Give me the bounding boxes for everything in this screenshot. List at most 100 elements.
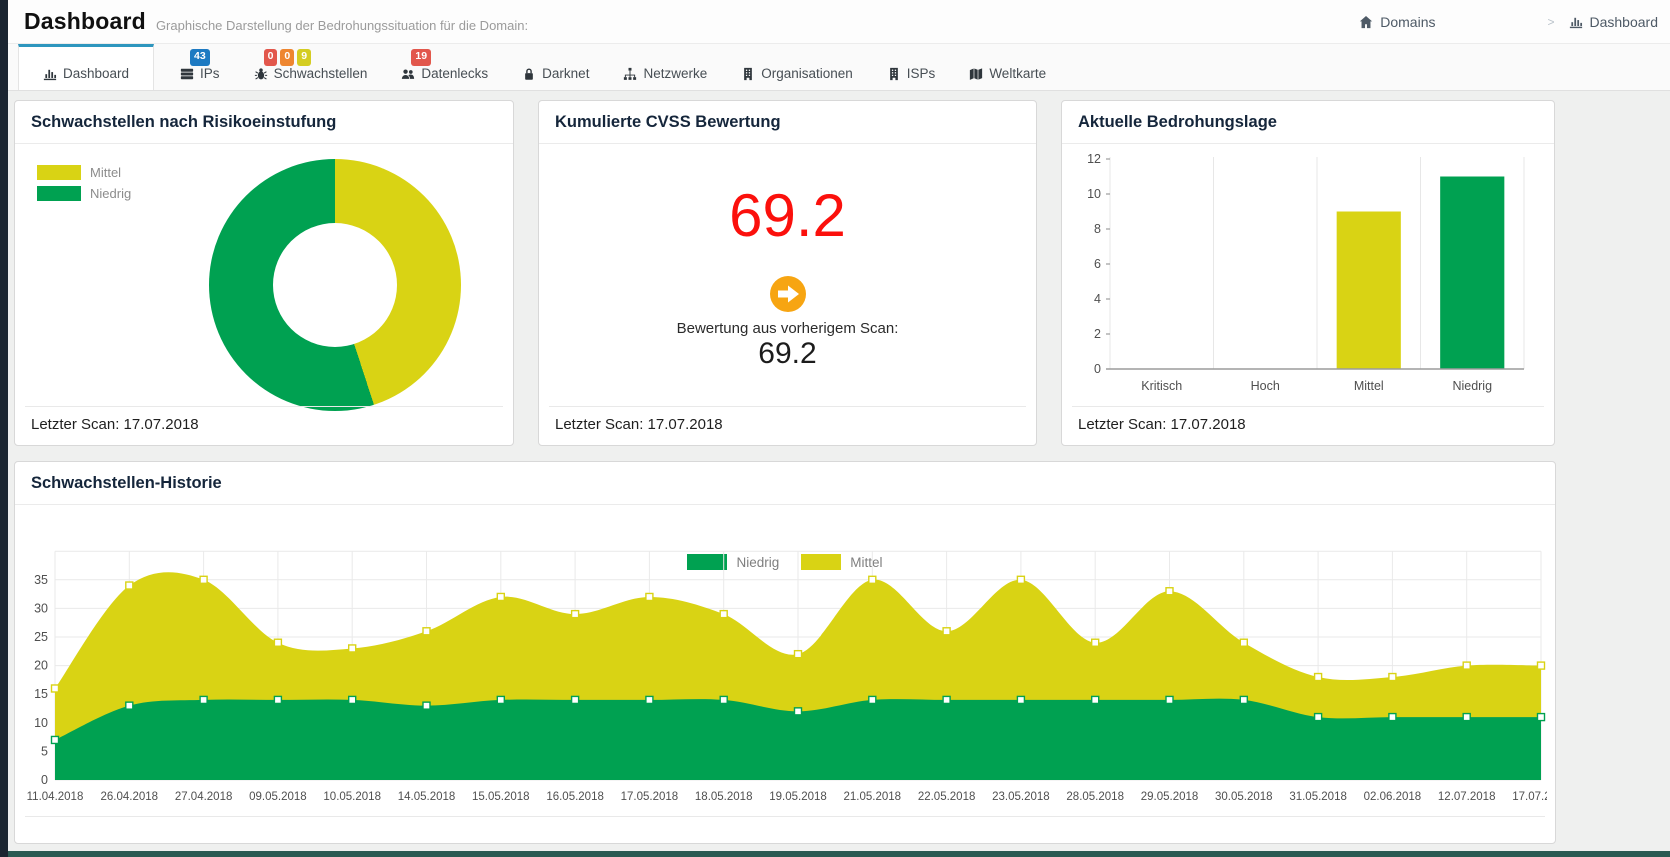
breadcrumb-domains[interactable]: Domains — [1359, 14, 1435, 30]
sitemap-icon — [623, 67, 637, 81]
svg-text:0: 0 — [41, 773, 48, 787]
tab-label: Schwachstellen — [274, 66, 368, 81]
breadcrumb-domains-label: Domains — [1380, 14, 1435, 30]
card-risk-title: Schwachstellen nach Risikoeinstufung — [15, 101, 513, 144]
tab-weltkarte[interactable]: Weltkarte — [959, 44, 1056, 90]
svg-text:12: 12 — [1087, 152, 1101, 166]
svg-text:20: 20 — [34, 659, 48, 673]
svg-text:12.07.2018: 12.07.2018 — [1438, 791, 1496, 803]
tab-label: Dashboard — [63, 66, 129, 81]
tab-label: Datenlecks — [421, 66, 488, 81]
svg-text:23.05.2018: 23.05.2018 — [992, 791, 1050, 803]
users-icon — [401, 67, 415, 81]
page-subtitle: Graphische Darstellung der Bedrohungssit… — [156, 18, 528, 33]
next-section-edge — [8, 851, 1670, 857]
tab-ips[interactable]: 43IPs — [170, 44, 230, 90]
cvss-score: 69.2 — [729, 186, 846, 246]
count-badge: 0 — [264, 49, 278, 66]
risk-donut-legend: Mittel Niedrig — [37, 165, 131, 207]
svg-text:09.05.2018: 09.05.2018 — [249, 791, 307, 803]
tab-badges: 009 — [254, 49, 368, 66]
svg-text:Kritisch: Kritisch — [1141, 379, 1182, 393]
building-icon — [887, 67, 901, 81]
svg-text:26.04.2018: 26.04.2018 — [101, 791, 159, 803]
svg-text:10: 10 — [34, 716, 48, 730]
breadcrumb-dashboard[interactable]: Dashboard — [1569, 14, 1659, 30]
tab-label: Netzwerke — [643, 66, 707, 81]
previous-scan-score: 69.2 — [758, 337, 816, 370]
legend-swatch — [37, 165, 81, 180]
lock-icon — [522, 67, 536, 81]
tab-netzwerke[interactable]: Netzwerke — [613, 44, 717, 90]
card-threat-title: Aktuelle Bedrohungslage — [1062, 101, 1554, 144]
svg-text:14.05.2018: 14.05.2018 — [398, 791, 456, 803]
tab-label: Weltkarte — [989, 66, 1046, 81]
tab-badges: 19 — [401, 49, 488, 66]
svg-text:10: 10 — [1087, 187, 1101, 201]
tab-badges — [43, 49, 129, 66]
risk-donut-chart[interactable] — [209, 159, 461, 411]
svg-text:17.07.2018: 17.07.2018 — [1512, 791, 1547, 803]
arrow-right-circle-icon — [770, 276, 806, 312]
threat-bar-chart[interactable]: 024681012KritischHochMittelNiedrig — [1072, 145, 1542, 397]
svg-text:8: 8 — [1094, 222, 1101, 236]
tab-badges — [887, 49, 936, 66]
legend-label: Mittel — [90, 165, 121, 180]
legend-item-niedrig[interactable]: Niedrig — [37, 186, 131, 201]
count-badge: 0 — [280, 49, 294, 66]
tab-label: Organisationen — [761, 66, 853, 81]
previous-scan-label: Bewertung aus vorherigem Scan: — [677, 320, 899, 337]
tab-badges — [522, 49, 589, 66]
breadcrumb: Domains > Dashboard — [1359, 0, 1658, 43]
svg-text:Hoch: Hoch — [1251, 379, 1280, 393]
tab-organisationen[interactable]: Organisationen — [731, 44, 863, 90]
tab-datenlecks[interactable]: 19Datenlecks — [391, 44, 498, 90]
legend-swatch — [37, 186, 81, 201]
bug-icon — [254, 67, 268, 81]
svg-text:10.05.2018: 10.05.2018 — [323, 791, 381, 803]
svg-text:31.05.2018: 31.05.2018 — [1289, 791, 1347, 803]
page-header: Dashboard Graphische Darstellung der Bed… — [8, 0, 1670, 44]
donut-hole — [273, 223, 397, 347]
bar-chart-icon — [1569, 15, 1583, 29]
svg-text:27.04.2018: 27.04.2018 — [175, 791, 233, 803]
card-risk-footer: Letzter Scan: 17.07.2018 — [15, 406, 513, 445]
svg-text:4: 4 — [1094, 292, 1101, 306]
svg-text:15.05.2018: 15.05.2018 — [472, 791, 530, 803]
svg-text:25: 25 — [34, 630, 48, 644]
home-icon — [1359, 15, 1373, 29]
legend-item-mittel[interactable]: Mittel — [37, 165, 131, 180]
count-badge: 19 — [411, 49, 431, 66]
legend-label: Niedrig — [90, 186, 131, 201]
svg-text:29.05.2018: 29.05.2018 — [1141, 791, 1199, 803]
svg-text:16.05.2018: 16.05.2018 — [546, 791, 604, 803]
svg-text:17.05.2018: 17.05.2018 — [621, 791, 679, 803]
svg-text:6: 6 — [1094, 257, 1101, 271]
tab-schwachstellen[interactable]: 009Schwachstellen — [244, 44, 378, 90]
tab-isps[interactable]: ISPs — [877, 44, 946, 90]
svg-text:22.05.2018: 22.05.2018 — [918, 791, 976, 803]
history-area-chart[interactable]: 0510152025303511.04.201826.04.201827.04.… — [25, 532, 1547, 812]
svg-text:5: 5 — [41, 744, 48, 758]
cvss-body: 69.2 Bewertung aus vorherigem Scan: 69.2 — [539, 144, 1036, 370]
card-threat-footer: Letzter Scan: 17.07.2018 — [1062, 406, 1554, 445]
svg-text:15: 15 — [34, 687, 48, 701]
tab-darknet[interactable]: Darknet — [512, 44, 599, 90]
bar-chart-icon — [43, 67, 57, 81]
history-footer-divider — [25, 816, 1545, 817]
svg-text:2: 2 — [1094, 327, 1101, 341]
collapsed-sidebar[interactable] — [0, 0, 8, 857]
breadcrumb-separator: > — [1547, 15, 1554, 29]
page-title: Dashboard — [24, 8, 146, 35]
svg-text:30.05.2018: 30.05.2018 — [1215, 791, 1273, 803]
tab-dashboard[interactable]: Dashboard — [18, 44, 154, 90]
card-threat-level: Aktuelle Bedrohungslage 0 2 4 6 8 10 12 Kritisc… — [1061, 100, 1555, 446]
server-icon — [180, 67, 194, 81]
count-badge: 43 — [190, 49, 210, 66]
svg-text:18.05.2018: 18.05.2018 — [695, 791, 753, 803]
card-risk-rating: Schwachstellen nach Risikoeinstufung Mit… — [14, 100, 514, 446]
card-cvss-footer: Letzter Scan: 17.07.2018 — [539, 406, 1036, 445]
map-icon — [969, 67, 983, 81]
svg-text:0: 0 — [1094, 362, 1101, 376]
svg-text:02.06.2018: 02.06.2018 — [1364, 791, 1422, 803]
